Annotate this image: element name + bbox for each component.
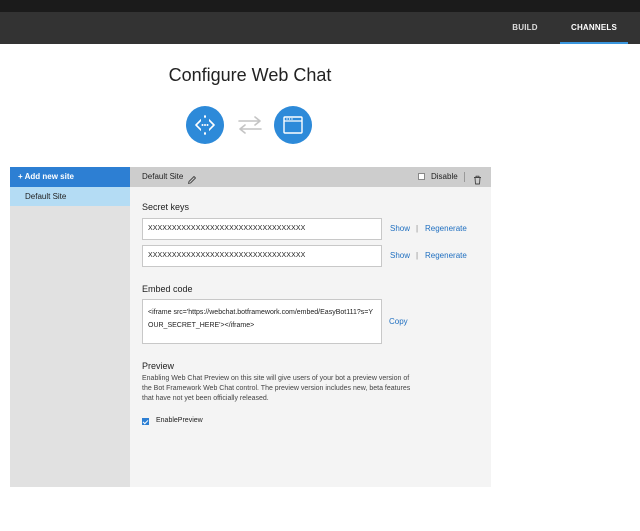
tab-channels[interactable]: CHANNELS	[560, 12, 628, 44]
page-title: Configure Web Chat	[168, 65, 332, 85]
secret-key-field-2[interactable]: XXXXXXXXXXXXXXXXXXXXXXXXXXXXXXXXX	[142, 245, 382, 267]
pencil-icon[interactable]	[187, 172, 197, 184]
divider	[464, 172, 465, 182]
show-key-1-link[interactable]: Show	[390, 224, 410, 233]
enable-preview-label: EnablePreview	[156, 417, 203, 424]
add-new-site-button[interactable]: + Add new site	[10, 167, 130, 187]
secret-key-field-1[interactable]: XXXXXXXXXXXXXXXXXXXXXXXXXXXXXXXXX	[142, 218, 382, 240]
code-brackets-icon	[186, 106, 224, 144]
regenerate-key-2-link[interactable]: Regenerate	[425, 251, 467, 260]
preview-heading: Preview	[142, 361, 175, 371]
embed-code-textarea[interactable]: <iframe src='https://webchat.botframewor…	[142, 299, 382, 344]
site-name: Default Site	[142, 172, 184, 181]
browser-window-icon	[274, 106, 312, 144]
regenerate-key-1-link[interactable]: Regenerate	[425, 224, 467, 233]
swap-arrows-icon	[236, 115, 264, 135]
link-separator: |	[416, 224, 419, 233]
top-navigation-bar: BUILD CHANNELS	[0, 12, 640, 44]
secret-keys-heading: Secret keys	[142, 202, 190, 212]
copy-embed-link[interactable]: Copy	[389, 317, 408, 326]
sidebar-item-default-site[interactable]: Default Site	[10, 187, 130, 206]
link-separator: |	[416, 251, 419, 260]
embed-code-heading: Embed code	[142, 284, 193, 294]
top-strip	[0, 0, 640, 12]
trash-icon[interactable]	[473, 172, 482, 185]
panel-header: Default Site Disable	[130, 167, 491, 187]
site-config-panel: Default Site Disable Secret keys XXXXXXX…	[130, 167, 491, 487]
tab-build[interactable]: BUILD	[496, 12, 554, 44]
sites-sidebar: + Add new site Default Site	[10, 167, 130, 487]
show-key-2-link[interactable]: Show	[390, 251, 410, 260]
disable-checkbox[interactable]	[418, 173, 425, 180]
disable-label: Disable	[431, 172, 458, 181]
enable-preview-checkbox[interactable]	[142, 418, 149, 425]
preview-description: Enabling Web Chat Preview on this site w…	[142, 375, 411, 402]
